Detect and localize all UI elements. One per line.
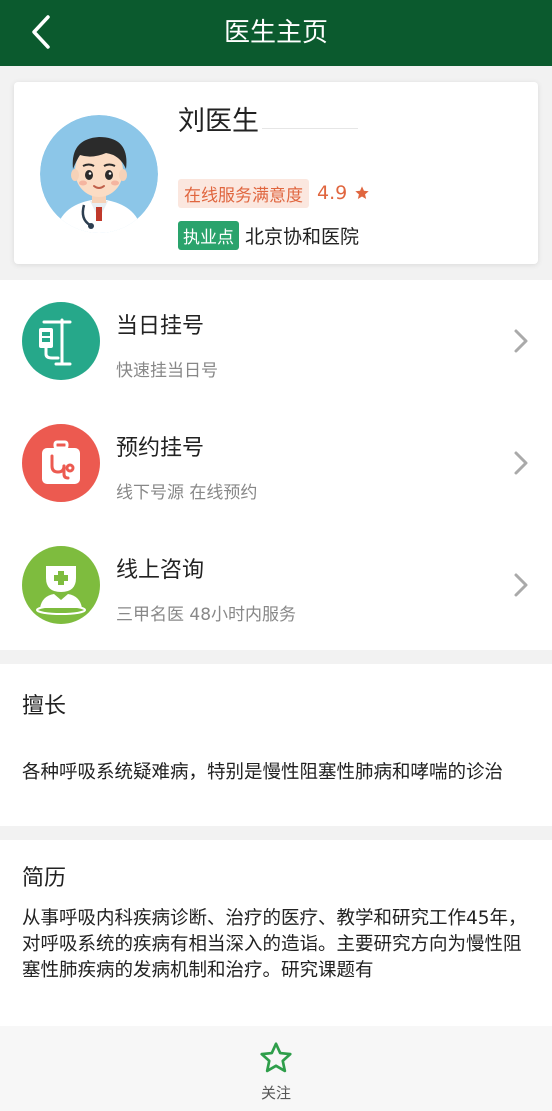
specialty-text: 各种呼吸系统疑难病，特别是慢性阻塞性肺病和哮喘的诊治	[22, 762, 504, 783]
follow-label: 关注	[260, 1084, 291, 1102]
iv-drip-icon	[22, 302, 100, 380]
satisfaction-label: 在线服务满意度	[178, 178, 309, 208]
service-subtitle: 线下号源 在线预约	[116, 483, 258, 503]
satisfaction-row: 在线服务满意度 4.9	[178, 178, 370, 208]
star-icon	[354, 185, 370, 201]
doctor-profile-card: 刘医生 在线服务满意度 4.9 执业点 北京协和医院	[14, 82, 538, 264]
practice-location-row: 执业点 北京协和医院	[178, 220, 359, 250]
service-subtitle: 三甲名医 48小时内服务	[116, 605, 297, 625]
star-outline-icon	[258, 1040, 294, 1076]
bottom-action-bar: 关注	[0, 1026, 552, 1111]
top-nav-bar: 医生主页	[0, 0, 552, 66]
chevron-right-icon	[508, 571, 532, 599]
service-appointment-registration[interactable]: 预约挂号 线下号源 在线预约	[0, 402, 552, 524]
practice-location-badge: 执业点	[178, 220, 239, 250]
service-title: 当日挂号	[116, 314, 205, 339]
satisfaction-score: 4.9	[317, 182, 348, 204]
online-doctor-icon	[22, 546, 100, 624]
service-title: 线上咨询	[116, 558, 205, 583]
service-title: 预约挂号	[116, 436, 205, 461]
specialty-section: 擅长 各种呼吸系统疑难病，特别是慢性阻塞性肺病和哮喘的诊治	[0, 664, 552, 826]
section-title: 擅长	[22, 694, 67, 719]
medical-kit-icon	[22, 424, 100, 502]
doctor-avatar	[40, 115, 158, 233]
service-same-day-registration[interactable]: 当日挂号 快速挂当日号	[0, 280, 552, 402]
chevron-right-icon	[508, 449, 532, 477]
service-list: 当日挂号 快速挂当日号 预约挂号 线下号源 在线预约 线上咨询 三甲名医 48小…	[0, 280, 552, 650]
page-title: 医生主页	[223, 18, 328, 48]
name-divider	[262, 128, 358, 129]
section-title: 简历	[22, 866, 67, 891]
resume-section: 简历 从事呼吸内科疾病诊断、治疗的医疗、教学和研究工作45年，对呼吸系统的疾病有…	[0, 840, 552, 1026]
hospital-name: 北京协和医院	[245, 225, 360, 248]
doctor-name: 刘医生	[178, 106, 259, 137]
resume-text: 从事呼吸内科疾病诊断、治疗的医疗、教学和研究工作45年，对呼吸系统的疾病有相当深…	[22, 908, 527, 981]
service-subtitle: 快速挂当日号	[116, 361, 218, 381]
chevron-right-icon	[508, 327, 532, 355]
service-online-consultation[interactable]: 线上咨询 三甲名医 48小时内服务	[0, 524, 552, 646]
follow-button[interactable]: 关注	[226, 1032, 326, 1108]
